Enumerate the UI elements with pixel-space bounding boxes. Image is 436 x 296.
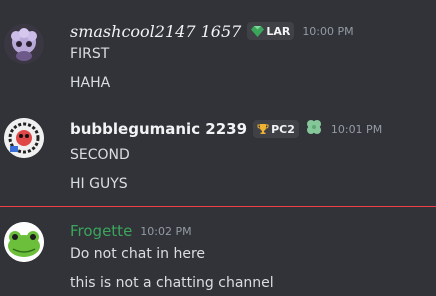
avatar-image (4, 24, 44, 64)
username[interactable]: smashcool2147 1657 (70, 22, 241, 41)
avatar[interactable] (4, 222, 44, 262)
message-text: HI GUYS (70, 176, 128, 192)
server-tag[interactable]: LAR (247, 22, 295, 40)
message-text: SECOND (70, 147, 130, 163)
avatar[interactable] (4, 24, 44, 64)
message-header: bubblegumanic 2239 PC2 10:01 PM (70, 118, 382, 140)
message-text: FIRST (70, 46, 110, 62)
avatar-image (4, 118, 44, 158)
timestamp: 10:02 PM (140, 224, 192, 238)
message-group-2: bubblegumanic 2239 PC2 10:01 PM SECOND H… (0, 110, 436, 200)
timestamp: 10:00 PM (302, 24, 354, 38)
message-header: Frogette 10:02 PM (70, 220, 192, 242)
message-group-1: smashcool2147 1657 LAR 10:00 PM FIRST HA… (0, 12, 436, 102)
message-header: smashcool2147 1657 LAR 10:00 PM (70, 20, 354, 42)
new-messages-divider (0, 206, 436, 207)
message-text: HAHA (70, 75, 111, 91)
username[interactable]: Frogette (70, 222, 132, 240)
message-text: Do not chat in here (70, 246, 206, 262)
message-group-3: Frogette 10:02 PM Do not chat in here th… (0, 214, 436, 296)
gem-icon (251, 25, 265, 37)
clover-icon (305, 118, 323, 140)
avatar[interactable] (4, 118, 44, 158)
avatar-image (4, 222, 44, 262)
server-tag[interactable]: PC2 (253, 120, 299, 138)
server-tag-label: LAR (266, 24, 291, 38)
server-tag-label: PC2 (271, 122, 295, 136)
message-text: this is not a chatting channel (70, 275, 274, 291)
timestamp: 10:01 PM (330, 122, 383, 136)
username[interactable]: bubblegumanic 2239 (70, 120, 247, 138)
trophy-icon (257, 124, 269, 134)
